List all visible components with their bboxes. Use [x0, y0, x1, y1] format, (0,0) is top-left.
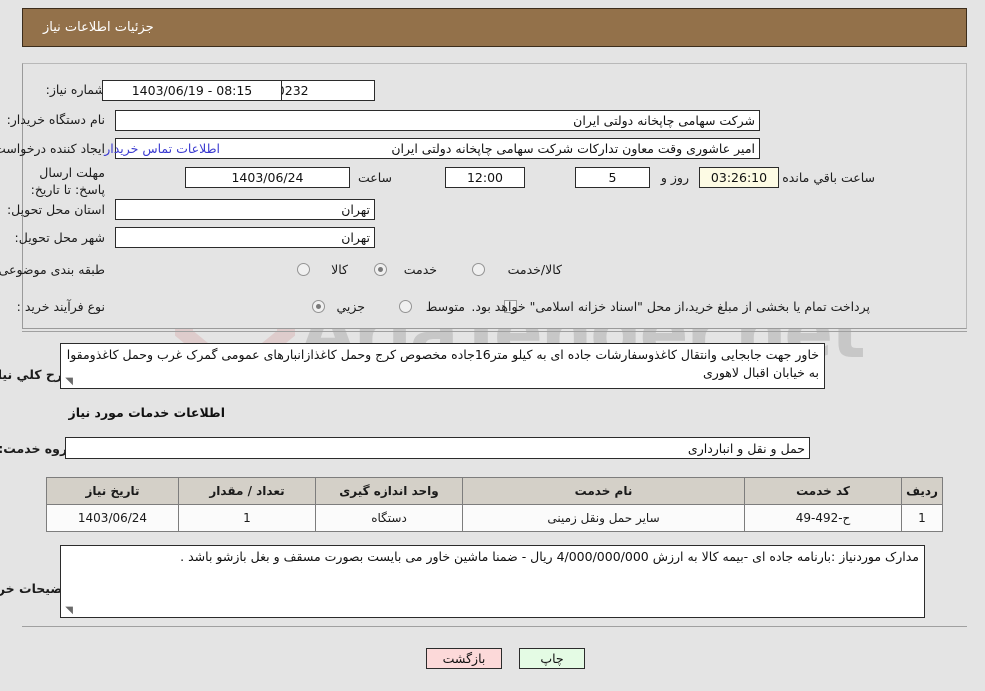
- buyer-notes-text: مدارک موردنیاز :بارنامه جاده ای -بیمه کا…: [180, 549, 919, 564]
- page-title: جزئیات اطلاعات نیاز: [43, 20, 154, 35]
- hour-label: ساعت: [357, 170, 392, 185]
- services-section-heading: اطلاعات خدمات مورد نیاز: [68, 405, 226, 420]
- general-description-textarea[interactable]: خاور جهت جابجایی وانتقال کاغذوسفارشات جا…: [60, 343, 825, 389]
- deadline-date-field[interactable]: 1403/06/24: [185, 167, 350, 188]
- category-label: طبقه بندی موضوعی:: [0, 262, 105, 277]
- city-field[interactable]: تهران: [115, 227, 375, 248]
- need-info-panel: [22, 63, 967, 329]
- cell-qty: 1: [178, 504, 316, 532]
- table-row: 1 ح-492-49 سایر حمل ونقل زمینی دستگاه 1 …: [46, 504, 943, 532]
- buyer-notes-textarea[interactable]: مدارک موردنیاز :بارنامه جاده ای -بیمه کا…: [60, 545, 925, 618]
- deadline-time-field[interactable]: 12:00: [445, 167, 525, 188]
- general-description-text: خاور جهت جابجایی وانتقال کاغذوسفارشات جا…: [66, 347, 819, 381]
- province-label: استان محل تحویل:: [6, 202, 105, 217]
- buyer-contact-link[interactable]: اطلاعات تماس خریدار: [104, 141, 220, 156]
- process-option-0-label: جزیي: [336, 299, 365, 314]
- radio-category-khedmat[interactable]: [374, 263, 387, 276]
- page-title-bar: جزئیات اطلاعات نیاز: [22, 8, 967, 47]
- col-code: کد خدمت: [744, 477, 902, 505]
- cell-need-date: 1403/06/24: [46, 504, 179, 532]
- radio-category-kala[interactable]: [297, 263, 310, 276]
- service-group-label: گروه خدمت:: [0, 441, 75, 456]
- services-table: ردیف کد خدمت نام خدمت واحد اندازه گیری ت…: [46, 477, 943, 532]
- radio-process-jozii[interactable]: [312, 300, 325, 313]
- process-option-1-label: متوسط: [425, 299, 465, 314]
- section-divider-2: [22, 626, 967, 627]
- remaining-days-field[interactable]: 5: [575, 167, 650, 188]
- col-name: نام خدمت: [462, 477, 745, 505]
- remaining-time-field[interactable]: 03:26:10: [699, 167, 779, 188]
- process-label: نوع فرآیند خرید :: [16, 299, 105, 314]
- col-need-date: تاریخ نیاز: [46, 477, 179, 505]
- resize-grip-icon-2[interactable]: ◥: [63, 606, 73, 616]
- table-header-row: ردیف کد خدمت نام خدمت واحد اندازه گیری ت…: [46, 477, 943, 505]
- section-divider-1: [22, 331, 967, 332]
- col-unit: واحد اندازه گیری: [315, 477, 463, 505]
- col-qty: تعداد / مقدار: [178, 477, 316, 505]
- buyer-org-field[interactable]: شرکت سهامی چاپخانه دولتی ایران: [115, 110, 760, 131]
- remaining-time-label: ساعت باقي مانده: [782, 170, 875, 185]
- days-label: روز و: [660, 170, 689, 185]
- col-row: ردیف: [901, 477, 943, 505]
- radio-process-motavaset[interactable]: [399, 300, 412, 313]
- category-option-0-label: کالا: [331, 262, 348, 277]
- announce-datetime-field[interactable]: 1403/06/19 - 08:15: [102, 80, 282, 101]
- deadline-label: مهلت ارسال پاسخ: تا تاریخ:: [30, 165, 105, 197]
- service-group-field[interactable]: حمل و نقل و انبارداری: [65, 437, 810, 459]
- province-field[interactable]: تهران: [115, 199, 375, 220]
- requester-label: ایجاد کننده درخواست:: [0, 141, 105, 156]
- tender-details-page: AriaTender.net جزئیات اطلاعات نیاز شماره…: [0, 0, 985, 691]
- radio-category-kala-khedmat[interactable]: [472, 263, 485, 276]
- city-label: شهر محل تحویل:: [14, 230, 105, 245]
- category-option-2-label: کالا/خدمت: [507, 262, 562, 277]
- category-option-1-label: خدمت: [403, 262, 437, 277]
- cell-name: سایر حمل ونقل زمینی: [462, 504, 745, 532]
- cell-row: 1: [901, 504, 943, 532]
- treasury-checkbox-label: پرداخت تمام یا بخشی از مبلغ خرید،از محل …: [471, 299, 870, 314]
- buyer-org-label: نام دستگاه خریدار:: [6, 112, 105, 127]
- resize-grip-icon[interactable]: ◥: [63, 377, 73, 387]
- print-button[interactable]: چاپ: [519, 648, 585, 669]
- cell-code: ح-492-49: [744, 504, 902, 532]
- cell-unit: دستگاه: [315, 504, 463, 532]
- need-number-label: شماره نیاز:: [45, 82, 105, 97]
- back-button[interactable]: بازگشت: [426, 648, 502, 669]
